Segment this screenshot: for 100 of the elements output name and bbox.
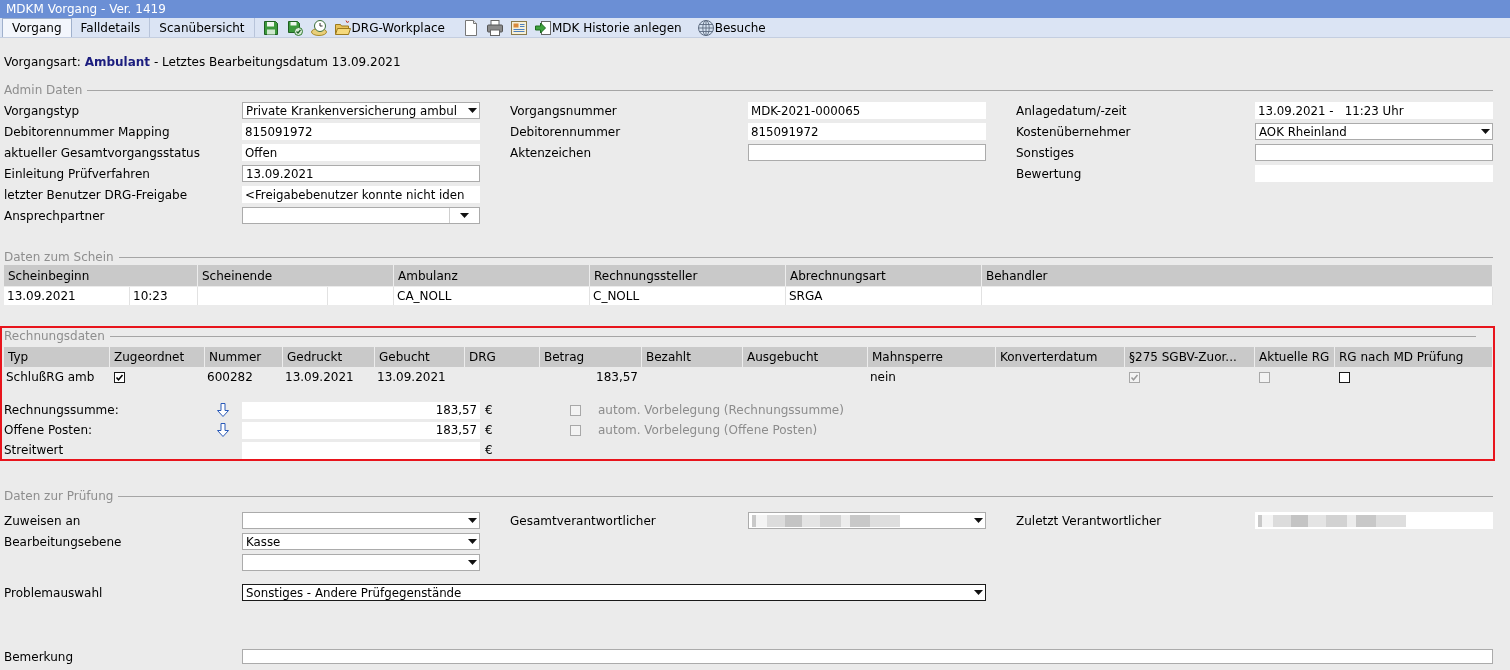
column-header: Ausgebucht xyxy=(743,347,868,367)
save-icon[interactable] xyxy=(262,19,279,36)
column-header: Mahnsperre xyxy=(868,347,996,367)
field-label: Offene Posten: xyxy=(4,423,94,437)
field-label: aktueller Gesamtvorgangsstatus xyxy=(4,145,201,160)
window-title: MDKM Vorgang - Ver. 1419 xyxy=(6,2,166,16)
arrow-down-icon[interactable] xyxy=(217,423,229,437)
section-title: Daten zum Schein xyxy=(4,250,114,264)
column-header: Typ xyxy=(4,347,110,367)
value-field: Offen xyxy=(242,144,480,161)
section-title: Daten zur Prüfung xyxy=(4,489,114,503)
caret-down-icon[interactable] xyxy=(974,590,983,595)
field-label: Gesamtverantwortlicher xyxy=(510,513,657,528)
table-cell: 183,57 xyxy=(596,370,638,384)
column-header: Zugeordnet xyxy=(110,347,205,367)
arrow-down-icon[interactable] xyxy=(217,403,229,417)
table-cell: 13.09.2021 xyxy=(285,370,354,384)
table-cell: 13.09.2021 xyxy=(377,370,446,384)
picture-icon[interactable] xyxy=(511,19,527,36)
table-cell: 600282 xyxy=(207,370,253,384)
caret-down-icon[interactable] xyxy=(974,518,983,523)
checkbox-label: autom. Vorbelegung (Rechnungssumme) xyxy=(598,403,844,417)
currency-label: € xyxy=(485,423,493,437)
printer-icon[interactable] xyxy=(487,19,503,36)
column-header: Rechnungssteller xyxy=(590,265,786,286)
dropdown[interactable]: Sonstiges - Andere Prüfgegenstände xyxy=(242,584,986,601)
field-label: Rechnungssumme: xyxy=(4,403,120,417)
column-header: Nummer xyxy=(205,347,283,367)
column-header: Konverterdatum xyxy=(996,347,1125,367)
field-label: Vorgangstyp xyxy=(4,103,81,118)
column-header: Ambulanz xyxy=(394,265,590,286)
column-header: DRG xyxy=(465,347,540,367)
amount-field[interactable]: 183,57 xyxy=(242,401,480,419)
tab[interactable]: Falldetails xyxy=(71,18,151,37)
field-label: Bearbeitungsebene xyxy=(4,534,123,549)
value-field: 13.09.2021 - 11:23 Uhr xyxy=(1255,102,1493,119)
document-icon[interactable] xyxy=(463,19,479,36)
table-cell: 13.09.2021 xyxy=(4,287,130,305)
input-field[interactable] xyxy=(242,649,1493,664)
drg-workplace-button[interactable]: DRG-Workplace xyxy=(334,18,445,37)
table-cell: SRGA xyxy=(786,287,982,305)
field-label: Sonstiges xyxy=(1016,145,1076,160)
field-label: Kostenübernehmer xyxy=(1016,124,1132,139)
mdk-history-button[interactable]: MDK Historie anlegen xyxy=(535,18,682,37)
field-label: Zuletzt Verantwortlicher xyxy=(1016,513,1163,528)
section-title: Rechnungsdaten xyxy=(4,329,105,343)
caret-down-icon[interactable] xyxy=(468,539,477,544)
table-cell: C_NOLL xyxy=(590,287,786,305)
value-field: MDK-2021-000065 xyxy=(748,102,986,119)
value-field: <Freigabebenutzer konnte nicht iden xyxy=(242,186,480,203)
column-header: Betrag xyxy=(540,347,642,367)
caret-down-icon[interactable] xyxy=(460,213,469,218)
checkbox-label: autom. Vorbelegung (Offene Posten) xyxy=(598,423,818,437)
tab[interactable]: Vorgang xyxy=(2,18,72,37)
field-label: Anlagedatum/-zeit xyxy=(1016,103,1128,118)
value-field: 815091972 xyxy=(242,123,480,140)
table-cell: CA_NOLL xyxy=(394,287,590,305)
amount-field[interactable]: 183,57 xyxy=(242,421,480,439)
column-header: Aktuelle RG xyxy=(1255,347,1335,367)
field-label: Zuweisen an xyxy=(4,513,82,528)
field-label: Problemauswahl xyxy=(4,585,104,600)
column-header: Gedruckt xyxy=(283,347,375,367)
caret-down-icon[interactable] xyxy=(468,108,477,113)
checkbox[interactable] xyxy=(1339,371,1350,383)
arrow-into-box-icon xyxy=(535,19,551,36)
field-label: Debitorennummer xyxy=(510,124,622,139)
input-field[interactable]: 13.09.2021 xyxy=(242,165,480,182)
table-cell: SchlußRG amb xyxy=(6,370,95,384)
dropdown[interactable]: AOK Rheinland xyxy=(1255,123,1493,140)
value-field: 815091972 xyxy=(748,123,986,140)
visits-button[interactable]: Besuche xyxy=(697,18,766,37)
column-header: Behandler xyxy=(982,265,1493,286)
checkbox[interactable] xyxy=(114,371,125,383)
column-header: RG nach MD Prüfung xyxy=(1335,347,1493,367)
field-label: letzter Benutzer DRG-Freigabe xyxy=(4,187,189,202)
field-label: Streitwert xyxy=(4,443,65,457)
tab[interactable]: Scanübersicht xyxy=(150,18,255,37)
column-header: Bezahlt xyxy=(642,347,743,367)
column-header: Gebucht xyxy=(375,347,465,367)
caret-down-icon[interactable] xyxy=(468,518,477,523)
clock-icon[interactable] xyxy=(310,19,327,36)
folder-icon xyxy=(334,19,351,36)
field-label: Bewertung xyxy=(1016,166,1083,181)
table-cell: 10:23 xyxy=(130,287,198,305)
case-type-line: Vorgangsart: Ambulant - Letztes Bearbeitungsdatum 13.09.2021 xyxy=(4,54,402,70)
column-header: Abrechnungsart xyxy=(786,265,982,286)
input-field[interactable] xyxy=(1255,144,1493,161)
caret-down-icon[interactable] xyxy=(468,560,477,565)
dropdown[interactable]: Kasse xyxy=(242,533,480,550)
field-label: Aktenzeichen xyxy=(510,145,593,160)
input-field[interactable] xyxy=(748,144,986,161)
currency-label: € xyxy=(485,403,493,417)
save-check-icon[interactable] xyxy=(286,19,303,36)
table-cell: nein xyxy=(870,370,896,384)
caret-down-icon[interactable] xyxy=(1481,129,1490,134)
field-label: Bemerkung xyxy=(4,649,75,664)
dropdown[interactable]: Private Krankenversicherung ambul xyxy=(242,102,480,119)
field-label: Ansprechpartner xyxy=(4,208,106,223)
currency-label: € xyxy=(485,443,493,457)
amount-field[interactable] xyxy=(242,441,480,459)
